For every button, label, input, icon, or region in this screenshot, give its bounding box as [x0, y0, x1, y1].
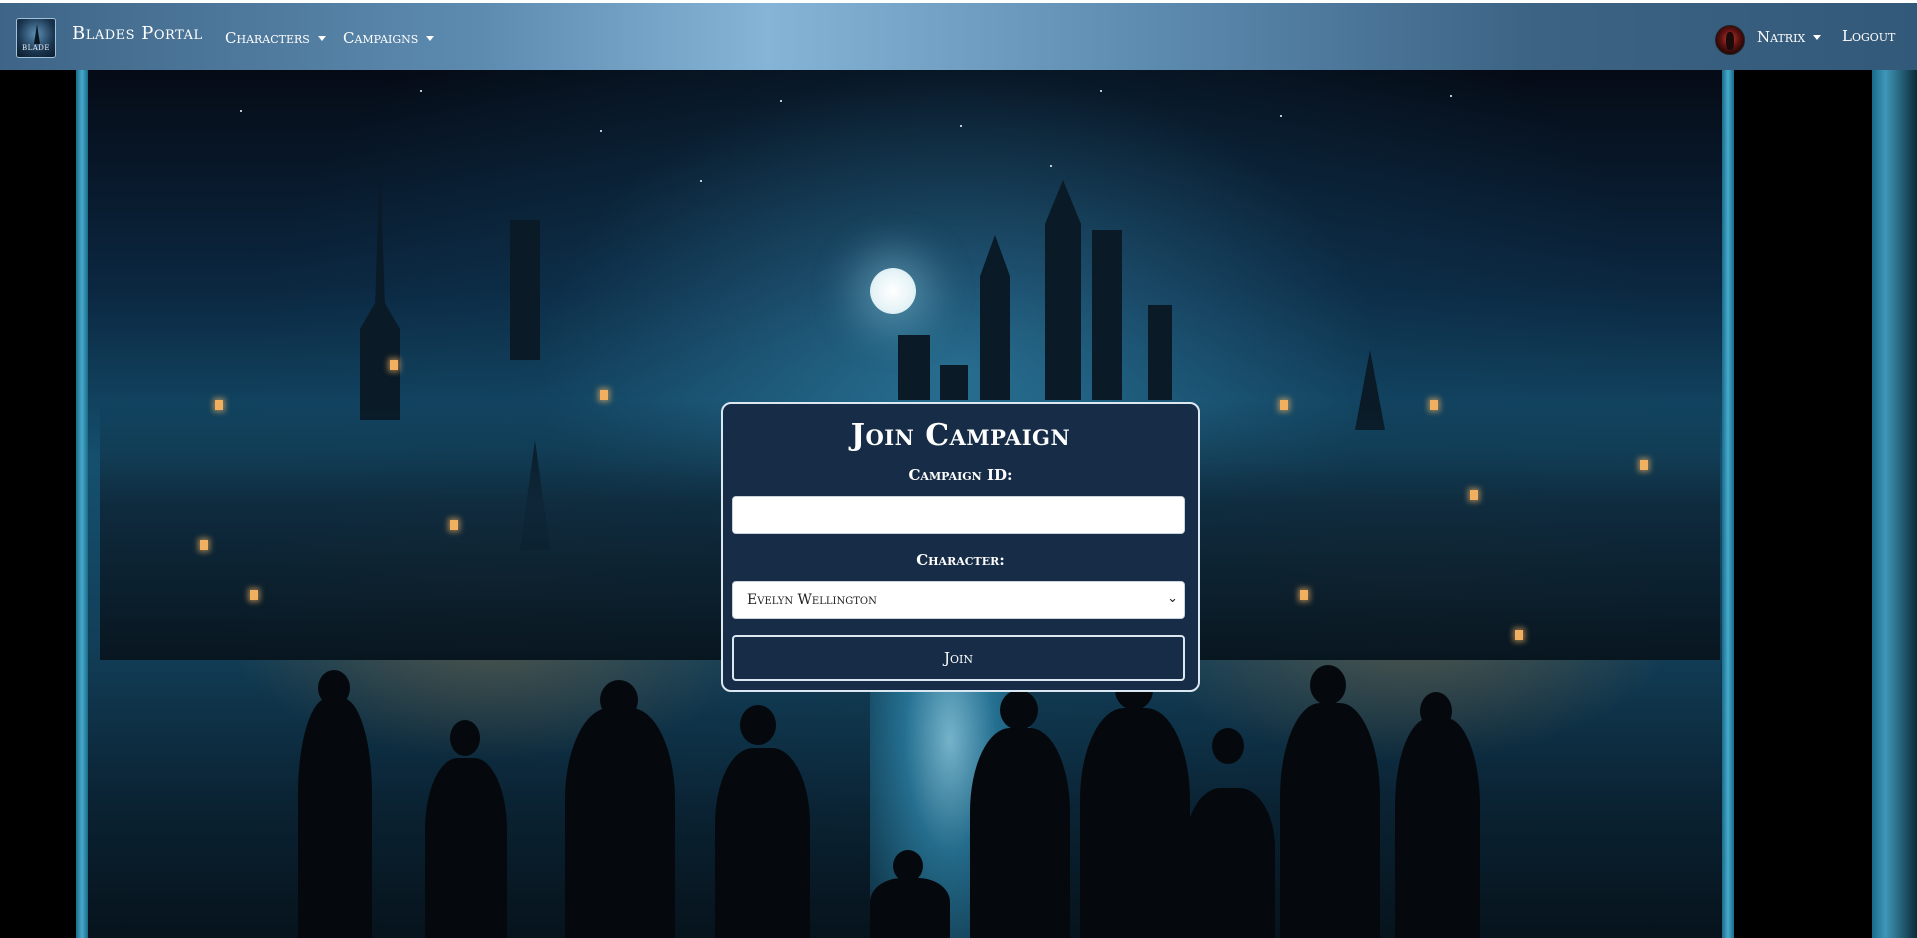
star — [700, 180, 702, 182]
tower — [898, 335, 930, 400]
window-light — [1515, 630, 1523, 640]
figure-silhouette — [1280, 703, 1380, 938]
character-selected-value: Evelyn Wellington — [747, 592, 877, 608]
logout-link[interactable]: Logout — [1842, 27, 1895, 45]
window-light — [1280, 400, 1288, 410]
tower — [1148, 305, 1172, 400]
window-light — [200, 540, 208, 550]
star — [780, 100, 782, 102]
window-light — [1430, 400, 1438, 410]
figure-silhouette — [715, 748, 810, 938]
figure-head — [450, 720, 480, 756]
tower — [510, 220, 540, 360]
star — [1280, 115, 1282, 117]
tower — [1045, 180, 1081, 400]
star — [960, 125, 962, 127]
user-menu-dropdown[interactable]: Natrix — [1757, 28, 1822, 46]
figure-silhouette — [425, 758, 507, 938]
spire-icon — [34, 24, 40, 44]
star — [420, 90, 422, 92]
join-button[interactable]: Join — [732, 635, 1185, 681]
star — [240, 110, 242, 112]
figure-silhouette — [1395, 718, 1480, 938]
character-label: Character: — [916, 551, 1005, 569]
tower — [1092, 230, 1122, 400]
figure-head — [318, 670, 350, 706]
window-light — [215, 400, 223, 410]
chevron-down-icon: ⌄ — [1167, 591, 1178, 606]
caret-down-icon — [426, 35, 435, 41]
window-light — [250, 590, 258, 600]
window-light — [450, 520, 458, 530]
campaign-id-input[interactable] — [732, 496, 1185, 534]
star — [1050, 165, 1052, 167]
figure-silhouette — [970, 728, 1070, 938]
join-campaign-title: Join Campaign — [850, 418, 1071, 453]
figure-head — [600, 680, 638, 720]
frame-right-border — [1722, 70, 1917, 938]
nav-campaigns-dropdown[interactable]: Campaigns — [343, 29, 435, 47]
tower — [940, 365, 968, 400]
user-name: Natrix — [1757, 28, 1806, 46]
window-light — [1300, 590, 1308, 600]
figure-head — [1420, 692, 1452, 730]
figure-silhouette — [1080, 708, 1190, 938]
avatar[interactable] — [1715, 25, 1745, 55]
window-light — [1470, 490, 1478, 500]
figure-silhouette — [298, 698, 372, 938]
window-light — [600, 390, 608, 400]
nav-characters-label: Characters — [225, 29, 310, 47]
star — [1100, 90, 1102, 92]
brand-logo[interactable]: BLADE — [16, 18, 56, 58]
nav-characters-dropdown[interactable]: Characters — [225, 29, 326, 47]
star — [600, 130, 602, 132]
logout-label: Logout — [1842, 27, 1896, 45]
figure-silhouette-child — [870, 878, 950, 938]
figure-head — [740, 705, 776, 745]
caret-down-icon — [1813, 34, 1822, 40]
brand-name[interactable]: Blades Portal — [72, 23, 203, 44]
moon — [870, 268, 916, 314]
figure-head — [1000, 690, 1038, 730]
frame-left-border — [0, 70, 88, 938]
figure-head — [893, 850, 923, 882]
window-light — [390, 360, 398, 370]
join-campaign-card: Join Campaign Campaign ID: Character: Ev… — [721, 402, 1200, 692]
figure-silhouette — [565, 708, 675, 938]
figure-silhouette — [1185, 788, 1275, 938]
character-select[interactable]: Evelyn Wellington ⌄ — [732, 581, 1185, 619]
figure-head — [1310, 665, 1346, 705]
logo-text: BLADE — [21, 44, 51, 52]
star — [1450, 95, 1452, 97]
tower — [980, 235, 1010, 400]
window-light — [1640, 460, 1648, 470]
nav-campaigns-label: Campaigns — [343, 29, 419, 47]
figure-head — [1212, 728, 1244, 764]
caret-down-icon — [317, 35, 326, 41]
campaign-id-label: Campaign ID: — [908, 466, 1013, 484]
navbar: BLADE Blades Portal Characters Campaigns… — [0, 3, 1917, 70]
clock-tower — [360, 160, 400, 420]
